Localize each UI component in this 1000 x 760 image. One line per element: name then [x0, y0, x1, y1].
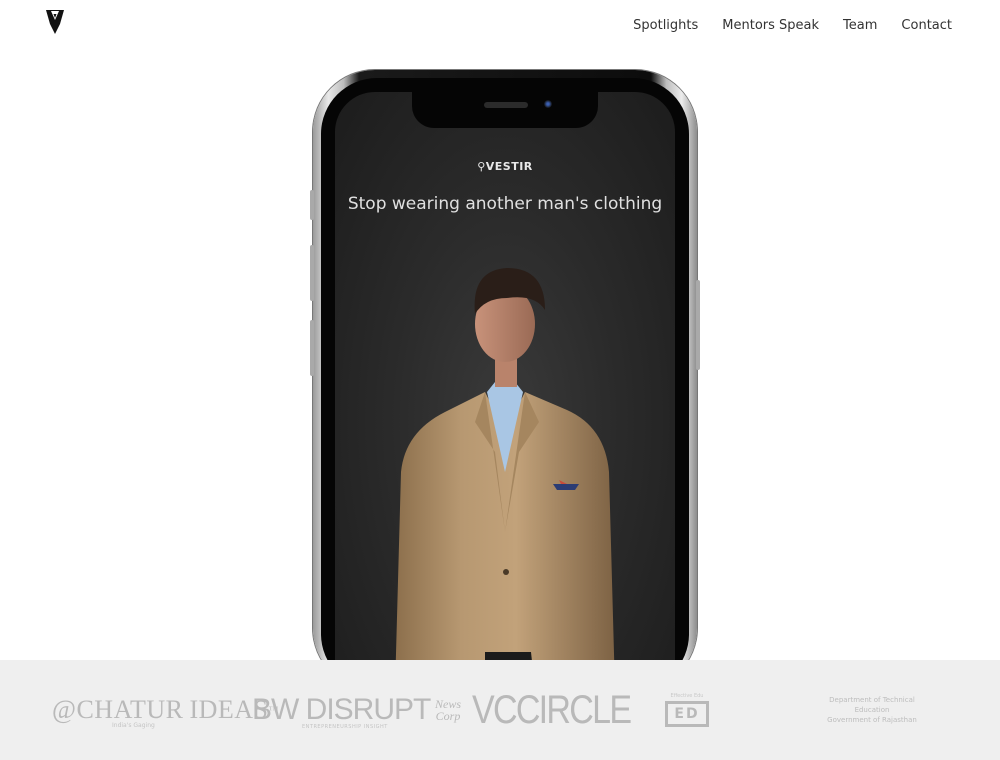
chatur-ideas-subtitle: India's Gaging [112, 722, 155, 729]
partner-logos-strip: @ CHATUR IDEAS ™ India's Gaging BW DISRUPT… [0, 660, 1000, 760]
phone-volume-up [310, 245, 314, 301]
bw-disrupt-subtitle: ENTREPRENEURSHIP INSIGHT [302, 724, 388, 730]
dte-rajasthan-logo[interactable]: Department of Technical Education Govern… [812, 660, 932, 760]
phone-side-button [310, 190, 314, 220]
phone-speaker [484, 102, 528, 108]
phone-volume-down [310, 320, 314, 376]
main-nav: Spotlights Mentors Speak Team Contact [633, 18, 952, 33]
phone-power-button [696, 280, 700, 370]
nav-contact[interactable]: Contact [901, 18, 952, 33]
hero-tagline: Stop wearing another man's clothing [347, 194, 663, 214]
phone-camera-icon [544, 100, 552, 108]
nav-team[interactable]: Team [843, 18, 877, 33]
page: Spotlights Mentors Speak Team Contact ⚲V… [0, 0, 1000, 760]
app-brand-logo: ⚲VESTIR [477, 160, 533, 173]
vestir-logo-icon[interactable] [40, 6, 70, 38]
phone-notch [412, 92, 598, 128]
nav-spotlights[interactable]: Spotlights [633, 18, 698, 33]
phone-screen: ⚲VESTIR Stop wearing another man's cloth… [335, 92, 675, 690]
bw-disrupt-logo[interactable]: BW DISRUPT [252, 660, 431, 760]
brand-mark-icon: ⚲ [477, 160, 486, 173]
news-corp-logo: News Corp [434, 697, 461, 723]
model-in-blazer-photo [395, 268, 615, 690]
phone-mockup: ⚲VESTIR Stop wearing another man's cloth… [310, 70, 700, 690]
nav-mentors-speak[interactable]: Mentors Speak [722, 18, 819, 33]
chatur-ideas-logo[interactable]: @ CHATUR IDEAS ™ [52, 660, 279, 760]
chatur-swirl-icon: @ [52, 695, 77, 724]
ed-logo[interactable]: Effective Edu ED [664, 660, 710, 760]
vccircle-logo[interactable]: VCCIRCLE [472, 660, 632, 760]
